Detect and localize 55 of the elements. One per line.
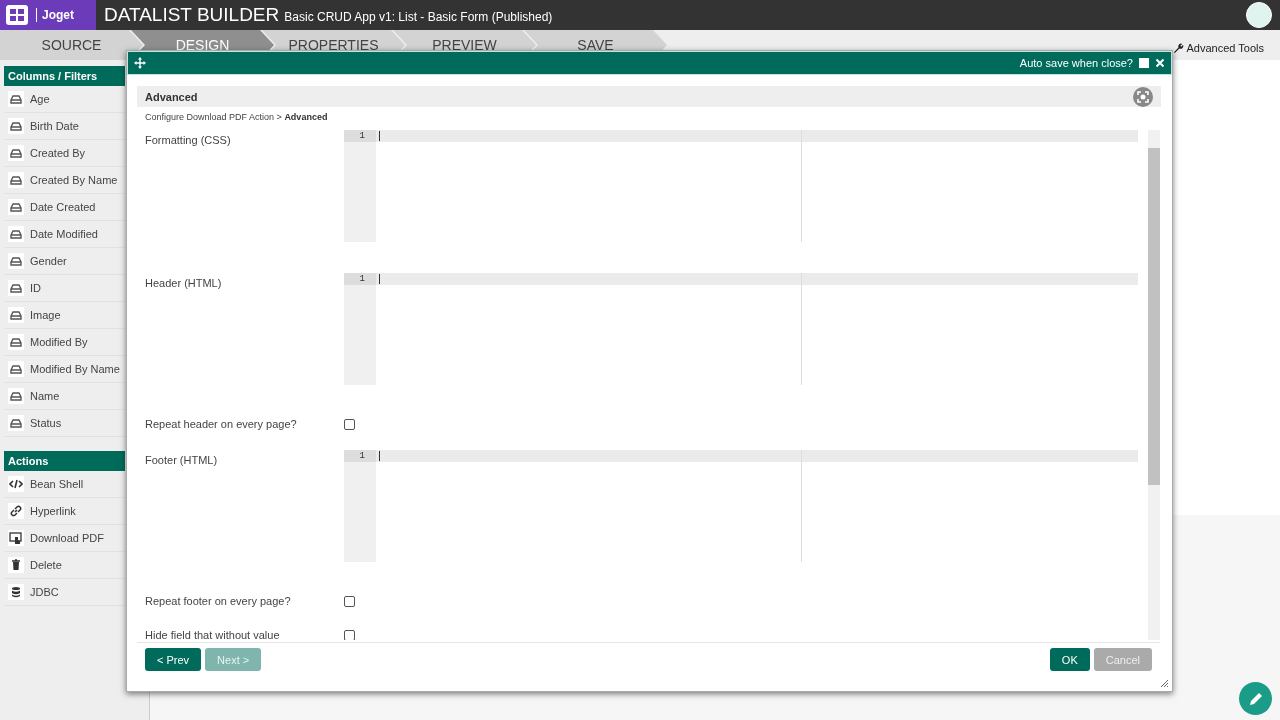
breadcrumb: Configure Download PDF Action > Advanced bbox=[145, 112, 329, 122]
drive-icon bbox=[8, 307, 24, 323]
checkbox[interactable] bbox=[344, 419, 355, 430]
drive-icon bbox=[8, 91, 24, 107]
palette-header: Columns / Filters bbox=[4, 66, 125, 86]
drive-icon bbox=[8, 280, 24, 296]
pencil-icon bbox=[1247, 690, 1264, 707]
step-tab[interactable]: SOURCE bbox=[0, 30, 143, 60]
fullscreen-icon[interactable] bbox=[1133, 86, 1153, 107]
palette-header: Actions bbox=[4, 451, 125, 471]
app-subtitle: Basic CRUD App v1: List - Basic Form (Published) bbox=[284, 10, 553, 24]
link-icon bbox=[8, 503, 24, 519]
field-label: Footer (HTML) bbox=[145, 453, 219, 468]
drive-icon bbox=[8, 118, 24, 134]
field-label: Hide field that without value bbox=[145, 628, 281, 640]
drive-icon bbox=[8, 388, 24, 404]
logo: Joget bbox=[36, 8, 74, 22]
advanced-tools-button[interactable]: Advanced Tools bbox=[1172, 30, 1280, 60]
trash-icon bbox=[8, 557, 24, 573]
field-label: Formatting (CSS) bbox=[145, 133, 232, 148]
database-icon bbox=[8, 584, 24, 600]
drive-icon bbox=[8, 361, 24, 377]
scrollbar[interactable] bbox=[1148, 130, 1160, 640]
line-number: 1 bbox=[344, 130, 376, 142]
drive-icon bbox=[8, 199, 24, 215]
avatar[interactable] bbox=[1246, 2, 1272, 28]
prev-button[interactable]: < Prev bbox=[145, 648, 202, 671]
auto-save-checkbox[interactable] bbox=[1139, 58, 1149, 68]
checkbox[interactable] bbox=[344, 630, 355, 640]
resize-grip-icon[interactable] bbox=[1161, 680, 1168, 687]
line-number: 1 bbox=[344, 273, 376, 285]
field-label: Header (HTML) bbox=[145, 276, 223, 291]
code-editor[interactable]: 1 bbox=[344, 130, 1138, 242]
drive-icon bbox=[8, 415, 24, 431]
document-hand-icon bbox=[8, 530, 24, 546]
checkbox[interactable] bbox=[344, 596, 355, 607]
drive-icon bbox=[8, 334, 24, 350]
field-label: Repeat footer on every page? bbox=[145, 594, 292, 607]
move-icon[interactable] bbox=[134, 57, 146, 69]
auto-save-label: Auto save when close? bbox=[1019, 57, 1133, 69]
code-icon bbox=[8, 476, 24, 492]
field-label: Repeat header on every page? bbox=[145, 417, 298, 430]
drive-icon bbox=[8, 253, 24, 269]
ok-button[interactable]: OK bbox=[1049, 648, 1090, 671]
drive-icon bbox=[8, 172, 24, 188]
line-number: 1 bbox=[344, 450, 376, 462]
code-editor[interactable]: 1 bbox=[344, 273, 1138, 385]
close-icon[interactable] bbox=[1155, 58, 1165, 68]
drive-icon bbox=[8, 145, 24, 161]
code-editor[interactable]: 1 bbox=[344, 450, 1138, 562]
wrench-icon bbox=[1172, 43, 1184, 54]
app-grid-icon[interactable] bbox=[6, 5, 28, 25]
drive-icon bbox=[8, 226, 24, 242]
section-title: Advanced bbox=[145, 90, 198, 103]
builder-title: DATALIST BUILDER bbox=[104, 4, 280, 26]
